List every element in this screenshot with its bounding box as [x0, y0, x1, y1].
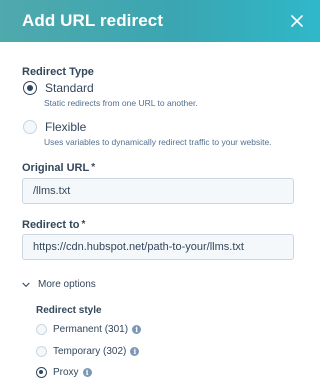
- radio-standard-indicator[interactable]: [23, 81, 37, 95]
- close-button[interactable]: [286, 10, 308, 32]
- radio-proxy[interactable]: Proxy i: [36, 367, 92, 378]
- radio-temporary[interactable]: Temporary (302) i: [36, 346, 140, 357]
- radio-flexible[interactable]: Flexible: [23, 120, 86, 134]
- info-icon[interactable]: i: [130, 347, 140, 356]
- redirect-to-label-text: Redirect to: [22, 219, 80, 231]
- radio-flexible-indicator[interactable]: [23, 120, 37, 134]
- redirect-type-label: Redirect Type: [22, 66, 94, 78]
- redirect-to-label: Redirect to *: [22, 219, 85, 231]
- radio-permanent-label: Permanent (301): [53, 324, 129, 335]
- chevron-down-icon: [22, 282, 30, 287]
- radio-temporary-indicator[interactable]: [36, 346, 47, 357]
- info-icon[interactable]: i: [132, 325, 142, 334]
- radio-temporary-label: Temporary (302): [53, 346, 127, 357]
- more-options-toggle[interactable]: More options: [22, 279, 96, 290]
- radio-flexible-description: Uses variables to dynamically redirect t…: [44, 137, 272, 147]
- original-url-label-text: Original URL: [22, 162, 90, 174]
- radio-standard-label: Standard: [45, 81, 94, 95]
- redirect-style-label: Redirect style: [36, 305, 102, 316]
- more-options-label: More options: [38, 279, 96, 290]
- radio-flexible-label: Flexible: [45, 120, 87, 134]
- required-mark: *: [81, 219, 86, 230]
- radio-proxy-label: Proxy: [53, 367, 79, 378]
- original-url-label: Original URL *: [22, 162, 95, 174]
- close-icon: [291, 15, 303, 27]
- original-url-input[interactable]: [22, 178, 294, 204]
- redirect-to-input[interactable]: [22, 234, 294, 260]
- radio-standard-description: Static redirects from one URL to another…: [44, 98, 198, 108]
- required-mark: *: [91, 162, 96, 173]
- modal-title: Add URL redirect: [22, 11, 164, 30]
- info-icon[interactable]: i: [82, 368, 92, 377]
- radio-proxy-indicator[interactable]: [36, 367, 47, 378]
- radio-permanent[interactable]: Permanent (301) i: [36, 324, 142, 335]
- radio-permanent-indicator[interactable]: [36, 324, 47, 335]
- radio-standard[interactable]: Standard: [23, 81, 94, 95]
- modal-header: Add URL redirect: [0, 0, 320, 42]
